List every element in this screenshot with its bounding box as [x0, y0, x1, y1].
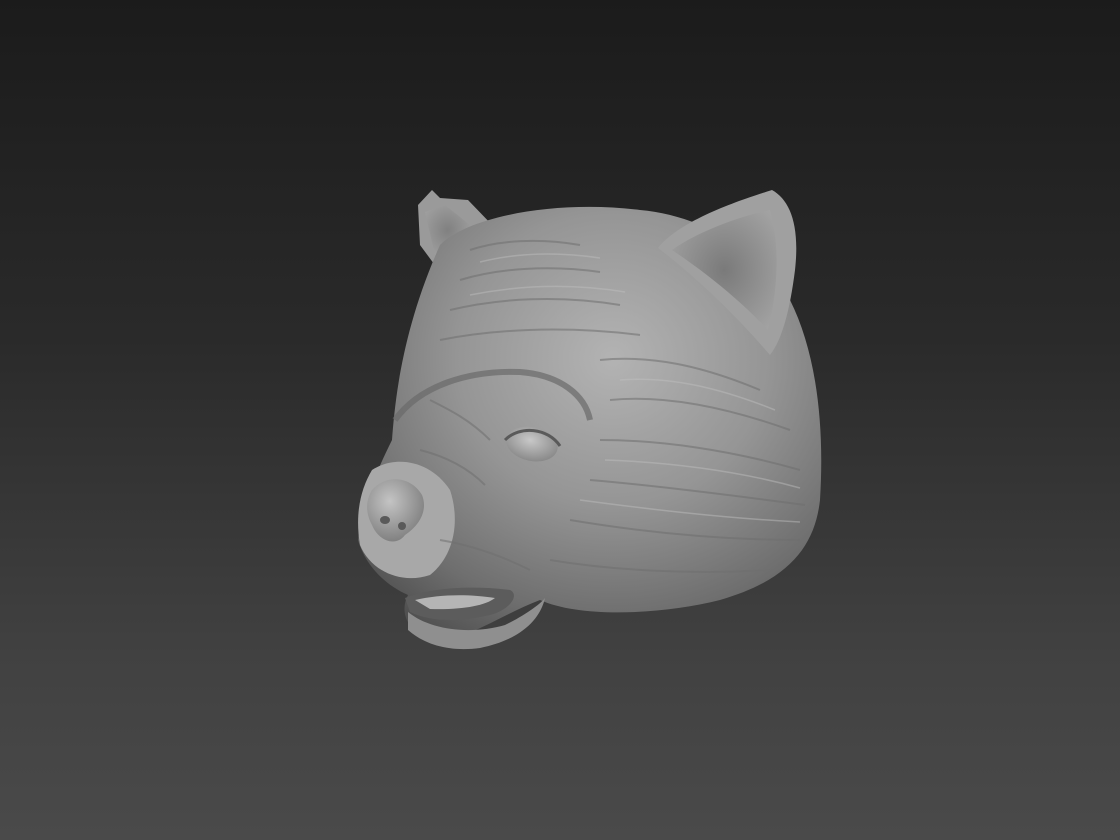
animal-head-sculpt [358, 190, 822, 650]
sculpt-viewport[interactable] [0, 0, 1120, 840]
